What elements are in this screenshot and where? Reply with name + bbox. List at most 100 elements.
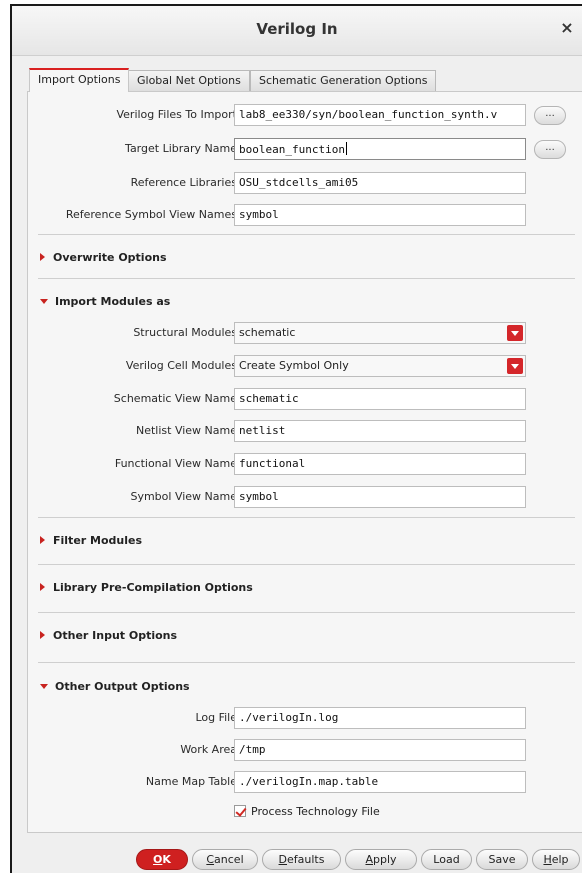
tab-global-net-options[interactable]: Global Net Options (128, 70, 250, 91)
section-filter-modules-title: Filter Modules (53, 534, 143, 547)
collapse-arrow-icon (40, 684, 48, 689)
checkbox-checked-icon[interactable] (234, 805, 246, 817)
verilog-files-browse-button[interactable]: ... (534, 106, 566, 125)
symbol-view-name-row: Symbol View Name symbol (28, 486, 582, 508)
log-file-input[interactable]: ./verilogIn.log (234, 707, 526, 729)
collapse-arrow-icon (40, 299, 48, 304)
target-library-browse-button[interactable]: ... (534, 140, 566, 159)
defaults-label: efaults (287, 853, 325, 866)
tab-schematic-generation-options[interactable]: Schematic Generation Options (250, 70, 437, 91)
symbol-view-name-input[interactable]: symbol (234, 486, 526, 508)
dropdown-arrow-icon[interactable] (507, 358, 523, 374)
help-button[interactable]: Help (532, 849, 580, 870)
structural-modules-label: Structural Modules (133, 326, 237, 339)
verilog-in-dialog: Verilog In × Import Options Global Net O… (10, 4, 582, 873)
log-file-label: Log File (195, 711, 237, 724)
name-map-table-label: Name Map Table (145, 775, 237, 788)
divider (38, 234, 575, 235)
section-other-output-title: Other Output Options (55, 680, 190, 693)
schematic-view-name-row: Schematic View Name schematic (28, 388, 582, 410)
verilog-files-row: Verilog Files To Import lab8_ee330/syn/b… (28, 104, 582, 126)
expand-arrow-icon (40, 631, 45, 639)
title-bar[interactable]: Verilog In × (12, 6, 582, 56)
verilog-cell-modules-select[interactable]: Create Symbol Only (234, 355, 526, 377)
help-mnemonic: H (543, 853, 552, 866)
expand-arrow-icon (40, 536, 45, 544)
verilog-files-input[interactable]: lab8_ee330/syn/boolean_function_synth.v (234, 104, 526, 126)
apply-button[interactable]: Apply (345, 849, 417, 870)
work-area-row: Work Area /tmp (28, 739, 582, 761)
ok-mnemonic: O (153, 853, 163, 866)
divider (38, 564, 575, 565)
ok-button[interactable]: OK (136, 849, 188, 870)
expand-arrow-icon (40, 583, 45, 591)
verilog-cell-modules-label: Verilog Cell Modules (125, 359, 237, 372)
structural-modules-value: schematic (239, 326, 296, 339)
functional-view-name-input[interactable]: functional (234, 453, 526, 475)
dialog-title: Verilog In (256, 20, 338, 38)
apply-label: pply (373, 853, 397, 866)
target-library-label: Target Library Name (125, 142, 237, 155)
defaults-button[interactable]: Defaults (262, 849, 341, 870)
expand-arrow-icon (40, 253, 45, 261)
structural-modules-row: Structural Modules schematic (28, 322, 582, 344)
section-filter-modules[interactable]: Filter Modules (40, 534, 142, 552)
reference-libraries-input[interactable]: OSU_stdcells_ami05 (234, 172, 526, 194)
dropdown-arrow-icon[interactable] (507, 325, 523, 341)
verilog-files-label: Verilog Files To Import (116, 108, 237, 121)
verilog-cell-modules-row: Verilog Cell Modules Create Symbol Only (28, 355, 582, 377)
functional-view-name-row: Functional View Name functional (28, 453, 582, 475)
ok-label: K (162, 853, 171, 866)
functional-view-name-label: Functional View Name (114, 457, 237, 470)
schematic-view-name-input[interactable]: schematic (234, 388, 526, 410)
process-technology-row: Process Technology File (28, 805, 582, 827)
defaults-mnemonic: D (278, 853, 288, 866)
reference-symbol-views-input[interactable]: symbol (234, 204, 526, 226)
cancel-button[interactable]: Cancel (192, 849, 258, 870)
section-other-output-options[interactable]: Other Output Options (40, 680, 190, 698)
process-technology-checkbox[interactable]: Process Technology File (234, 805, 380, 823)
section-import-modules-title: Import Modules as (55, 295, 171, 308)
name-map-table-input[interactable]: ./verilogIn.map.table (234, 771, 526, 793)
cancel-mnemonic: C (206, 853, 215, 866)
reference-symbol-views-label: Reference Symbol View Names (65, 208, 237, 221)
verilog-cell-modules-value: Create Symbol Only (239, 359, 349, 372)
load-button[interactable]: Load (421, 849, 472, 870)
divider (38, 612, 575, 613)
section-other-input-options[interactable]: Other Input Options (40, 629, 177, 647)
help-label: elp (551, 853, 569, 866)
section-import-modules[interactable]: Import Modules as (40, 295, 170, 313)
reference-libraries-row: Reference Libraries OSU_stdcells_ami05 (28, 172, 582, 194)
apply-mnemonic: A (365, 853, 373, 866)
work-area-input[interactable]: /tmp (234, 739, 526, 761)
save-label: Save (488, 853, 516, 866)
schematic-view-name-label: Schematic View Name (113, 392, 237, 405)
divider (38, 517, 575, 518)
reference-symbol-views-row: Reference Symbol View Names symbol (28, 204, 582, 226)
section-overwrite-title: Overwrite Options (53, 251, 167, 264)
load-label: Load (433, 853, 460, 866)
structural-modules-select[interactable]: schematic (234, 322, 526, 344)
section-other-input-title: Other Input Options (53, 629, 178, 642)
cancel-label: ancel (214, 853, 244, 866)
divider (38, 278, 575, 279)
dialog-button-bar: OK Cancel Defaults Apply Load Save Help (12, 842, 582, 874)
section-library-precompilation[interactable]: Library Pre-Compilation Options (40, 581, 253, 599)
work-area-label: Work Area (180, 743, 237, 756)
tab-import-options[interactable]: Import Options (29, 68, 130, 92)
close-icon[interactable]: × (558, 19, 576, 37)
target-library-row: Target Library Name boolean_function ... (28, 138, 582, 160)
text-cursor (345, 142, 347, 155)
import-options-panel: Verilog Files To Import lab8_ee330/syn/b… (27, 91, 582, 833)
reference-libraries-label: Reference Libraries (130, 176, 237, 189)
symbol-view-name-label: Symbol View Name (130, 490, 237, 503)
divider (38, 662, 575, 663)
target-library-input[interactable]: boolean_function (234, 138, 526, 160)
netlist-view-name-label: Netlist View Name (135, 424, 237, 437)
netlist-view-name-input[interactable]: netlist (234, 420, 526, 442)
name-map-table-row: Name Map Table ./verilogIn.map.table (28, 771, 582, 793)
save-button[interactable]: Save (476, 849, 528, 870)
section-overwrite-options[interactable]: Overwrite Options (40, 251, 167, 269)
target-library-value: boolean_function (239, 143, 345, 156)
process-technology-label: Process Technology File (251, 805, 380, 818)
